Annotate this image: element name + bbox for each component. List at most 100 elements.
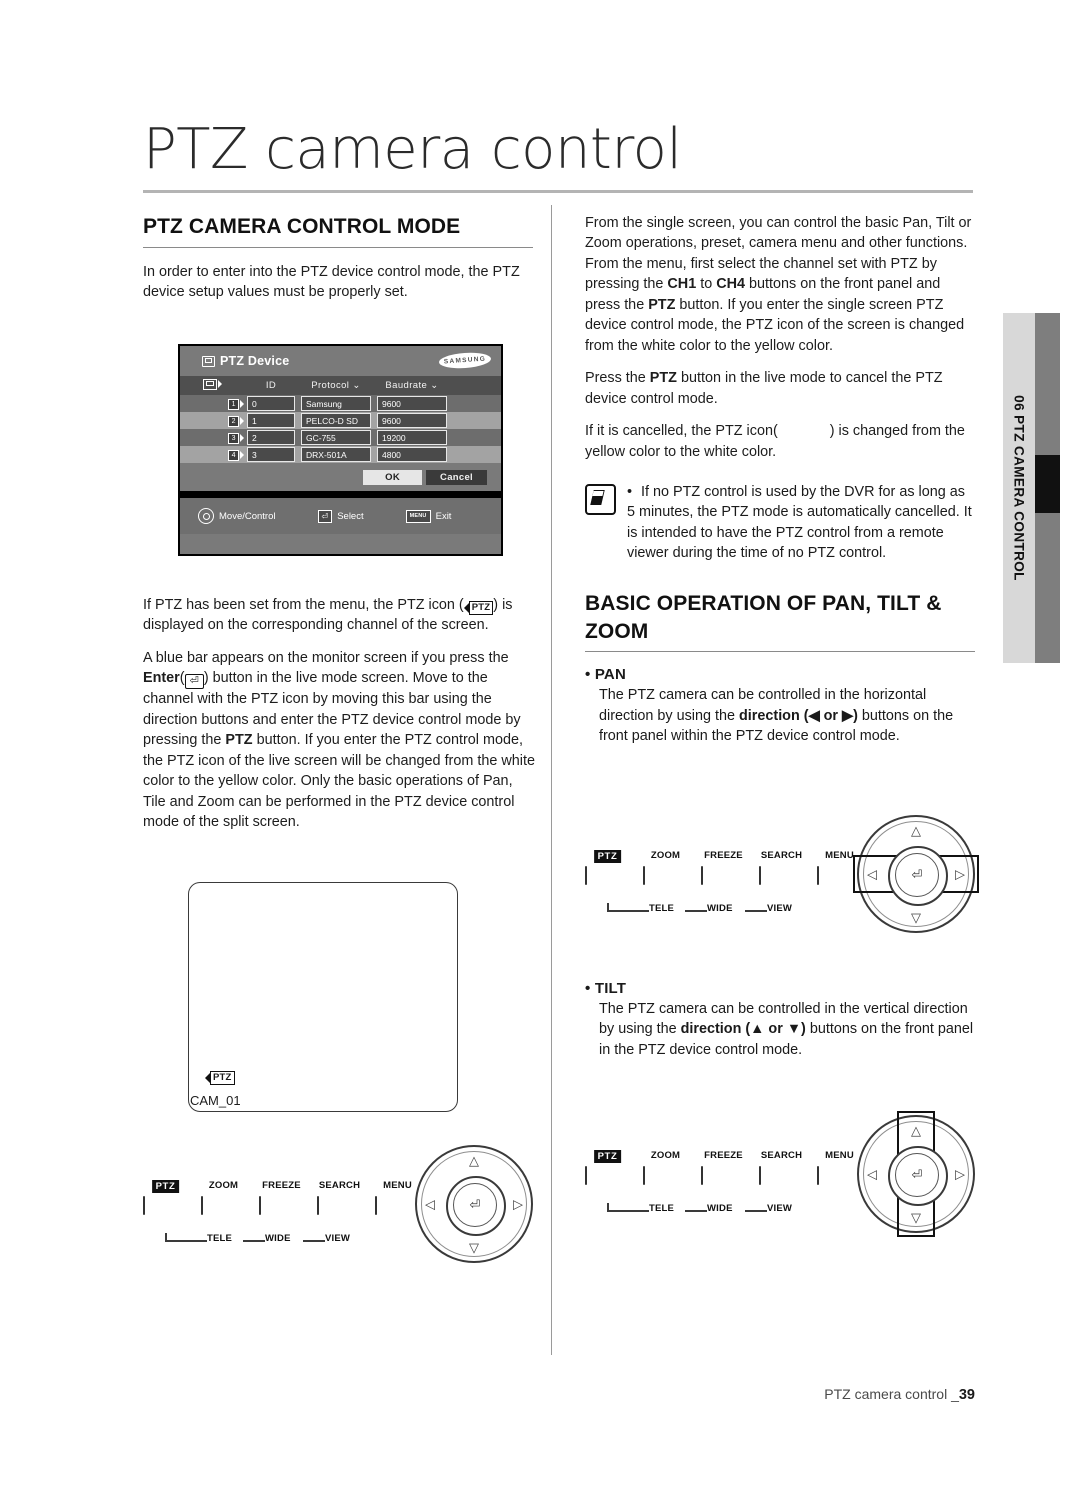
- dpad-down-icon[interactable]: ▽: [469, 1241, 479, 1254]
- dpad-right-icon[interactable]: ▷: [955, 1168, 965, 1181]
- chapter-side-tab-label: 06 PTZ CAMERA CONTROL: [1011, 395, 1027, 581]
- cell-protocol[interactable]: PELCO-D SD: [298, 412, 374, 429]
- table-row[interactable]: 3 2 GC-755 19200: [180, 429, 501, 446]
- button-search[interactable]: SEARCH: [317, 1180, 362, 1215]
- note-box: • If no PTZ control is used by the DVR fo…: [585, 482, 975, 564]
- button-freeze[interactable]: FREEZE: [701, 1150, 746, 1185]
- pan-text: The PTZ camera can be controlled in the …: [599, 687, 954, 745]
- front-panel-diagram-pan: PTZ ZOOM FREEZE SEARCH MENU TELE WIDE VI…: [585, 815, 979, 940]
- panel-brace: TELE WIDE VIEW: [587, 1203, 862, 1219]
- section-rule-2: [585, 651, 975, 653]
- dpad-control[interactable]: △ ▽ ◁ ▷ ⏎: [415, 1145, 533, 1263]
- dpad-enter-icon[interactable]: ⏎: [895, 853, 939, 897]
- tilt-text: The PTZ camera can be controlled in the …: [599, 1001, 974, 1058]
- button-menu[interactable]: MENU: [817, 1150, 862, 1185]
- dpad-down-icon[interactable]: ▽: [911, 911, 921, 924]
- dpad-left-icon[interactable]: ◁: [867, 1168, 877, 1181]
- blue-bar-paragraph: A blue bar appears on the monitor screen…: [143, 649, 535, 831]
- cell-channel: 1: [180, 395, 244, 412]
- status-exit: MENU Exit: [405, 509, 451, 523]
- panel-button-row: PTZ ZOOM FREEZE SEARCH MENU: [585, 850, 862, 885]
- dpad-up-icon[interactable]: △: [911, 824, 921, 837]
- chapter-side-tab: 06 PTZ CAMERA CONTROL: [1003, 313, 1035, 663]
- cell-baudrate[interactable]: 9600: [374, 395, 450, 412]
- dpad-right-icon[interactable]: ▷: [513, 1198, 523, 1211]
- button-menu[interactable]: MENU: [375, 1180, 420, 1215]
- button-freeze[interactable]: FREEZE: [701, 850, 746, 885]
- ptz-badge-icon: PTZ: [463, 601, 494, 615]
- panel-button-row: PTZ ZOOM FREEZE SEARCH MENU: [585, 1150, 862, 1185]
- button-search[interactable]: SEARCH: [759, 850, 804, 885]
- note-text-wrap: • If no PTZ control is used by the DVR fo…: [627, 483, 972, 562]
- side-tab-black-marker: [1035, 455, 1060, 513]
- menu-key-icon: MENU: [405, 509, 431, 523]
- chevron-down-icon: ⌄: [352, 380, 361, 391]
- cell-protocol[interactable]: GC-755: [298, 429, 374, 446]
- left-column: PTZ CAMERA CONTROL MODE In order to ente…: [143, 213, 533, 315]
- document-page: PTZ camera control PTZ CAMERA CONTROL MO…: [0, 0, 1080, 1488]
- monitor-camera-label: CAM_01: [190, 1093, 241, 1108]
- front-panel-diagram-left: PTZ ZOOM FREEZE SEARCH MENU TELE WIDE VI…: [143, 1145, 533, 1270]
- table-row[interactable]: 1 0 Samsung 9600: [180, 395, 501, 412]
- note-icon: [585, 483, 616, 515]
- page-footer: PTZ camera control _39: [824, 1386, 975, 1403]
- cell-protocol[interactable]: DRX-501A: [298, 446, 374, 463]
- dialog-status-bar: Move/Control ⏎ Select MENU Exit: [180, 498, 501, 534]
- dpad-control[interactable]: △ ▽ ◁ ▷ ⏎: [857, 1111, 975, 1237]
- button-ptz[interactable]: PTZ: [585, 1150, 630, 1185]
- dpad-enter-icon[interactable]: ⏎: [453, 1183, 497, 1227]
- column-header-spacer: [450, 376, 501, 395]
- table-row[interactable]: 4 3 DRX-501A 4800: [180, 446, 501, 463]
- camera-icon: [202, 355, 215, 367]
- status-select: ⏎ Select: [317, 509, 364, 523]
- section-heading-basic-operation: BASIC OPERATION OF PAN, TILT & ZOOM: [585, 591, 942, 643]
- dpad-up-icon[interactable]: △: [469, 1154, 479, 1167]
- dpad-left-icon[interactable]: ◁: [425, 1198, 435, 1211]
- table-header-row: ID Protocol ⌄ Baudrate ⌄: [180, 376, 501, 395]
- button-ptz[interactable]: PTZ: [585, 850, 630, 885]
- dialog-titlebar: PTZ Device SAMSUNG: [180, 346, 501, 376]
- panel-brace: TELE WIDE VIEW: [145, 1233, 420, 1249]
- cell-channel: 2: [180, 412, 244, 429]
- pan-heading: • PAN: [585, 666, 626, 684]
- cell-baudrate[interactable]: 9600: [374, 412, 450, 429]
- section-rule: [143, 246, 533, 248]
- cell-protocol[interactable]: Samsung: [298, 395, 374, 412]
- footer-text: PTZ camera control _: [824, 1386, 959, 1402]
- column-header-id: ID: [244, 376, 298, 395]
- enter-key-icon: ⏎: [317, 509, 333, 523]
- ok-button[interactable]: OK: [363, 469, 423, 485]
- cell-id[interactable]: 2: [244, 429, 298, 446]
- cell-id[interactable]: 0: [244, 395, 298, 412]
- button-zoom[interactable]: ZOOM: [643, 850, 688, 885]
- cancel-button[interactable]: Cancel: [426, 469, 487, 485]
- cell-baudrate[interactable]: 19200: [374, 429, 450, 446]
- footer-page-number: 39: [958, 1387, 975, 1403]
- tilt-heading: • TILT: [585, 980, 627, 997]
- cell-baudrate[interactable]: 4800: [374, 446, 450, 463]
- tilt-section: • TILT The PTZ camera can be controlled …: [585, 980, 977, 1060]
- column-header-protocol: Protocol ⌄: [298, 376, 374, 395]
- button-freeze[interactable]: FREEZE: [259, 1180, 304, 1215]
- panel-brace: TELE WIDE VIEW: [587, 903, 862, 919]
- cell-spacer: [450, 446, 501, 463]
- table-row[interactable]: 2 1 PELCO-D SD 9600: [180, 412, 501, 429]
- button-zoom[interactable]: ZOOM: [201, 1180, 246, 1215]
- button-ptz[interactable]: PTZ: [143, 1180, 188, 1215]
- cell-spacer: [450, 395, 501, 412]
- cell-id[interactable]: 1: [244, 412, 298, 429]
- dpad-enter-icon[interactable]: ⏎: [895, 1153, 939, 1197]
- cancelled-icon-paragraph: If it is cancelled, the PTZ icon() is ch…: [585, 423, 965, 460]
- cancel-ptz-paragraph: Press the PTZ button in the live mode to…: [585, 370, 943, 407]
- button-search[interactable]: SEARCH: [759, 1150, 804, 1185]
- panel-button-row: PTZ ZOOM FREEZE SEARCH MENU: [143, 1180, 420, 1215]
- chevron-down-icon: ⌄: [430, 380, 439, 391]
- cell-id[interactable]: 3: [244, 446, 298, 463]
- note-text: If no PTZ control is used by the DVR for…: [627, 483, 972, 562]
- dialog-button-row: OK Cancel: [180, 463, 501, 491]
- right-column: From the single screen, you can control …: [585, 213, 975, 751]
- cell-spacer: [450, 412, 501, 429]
- button-zoom[interactable]: ZOOM: [643, 1150, 688, 1185]
- samsung-logo: SAMSUNG: [438, 351, 492, 370]
- dpad-control[interactable]: △ ▽ ◁ ▷ ⏎: [853, 815, 979, 933]
